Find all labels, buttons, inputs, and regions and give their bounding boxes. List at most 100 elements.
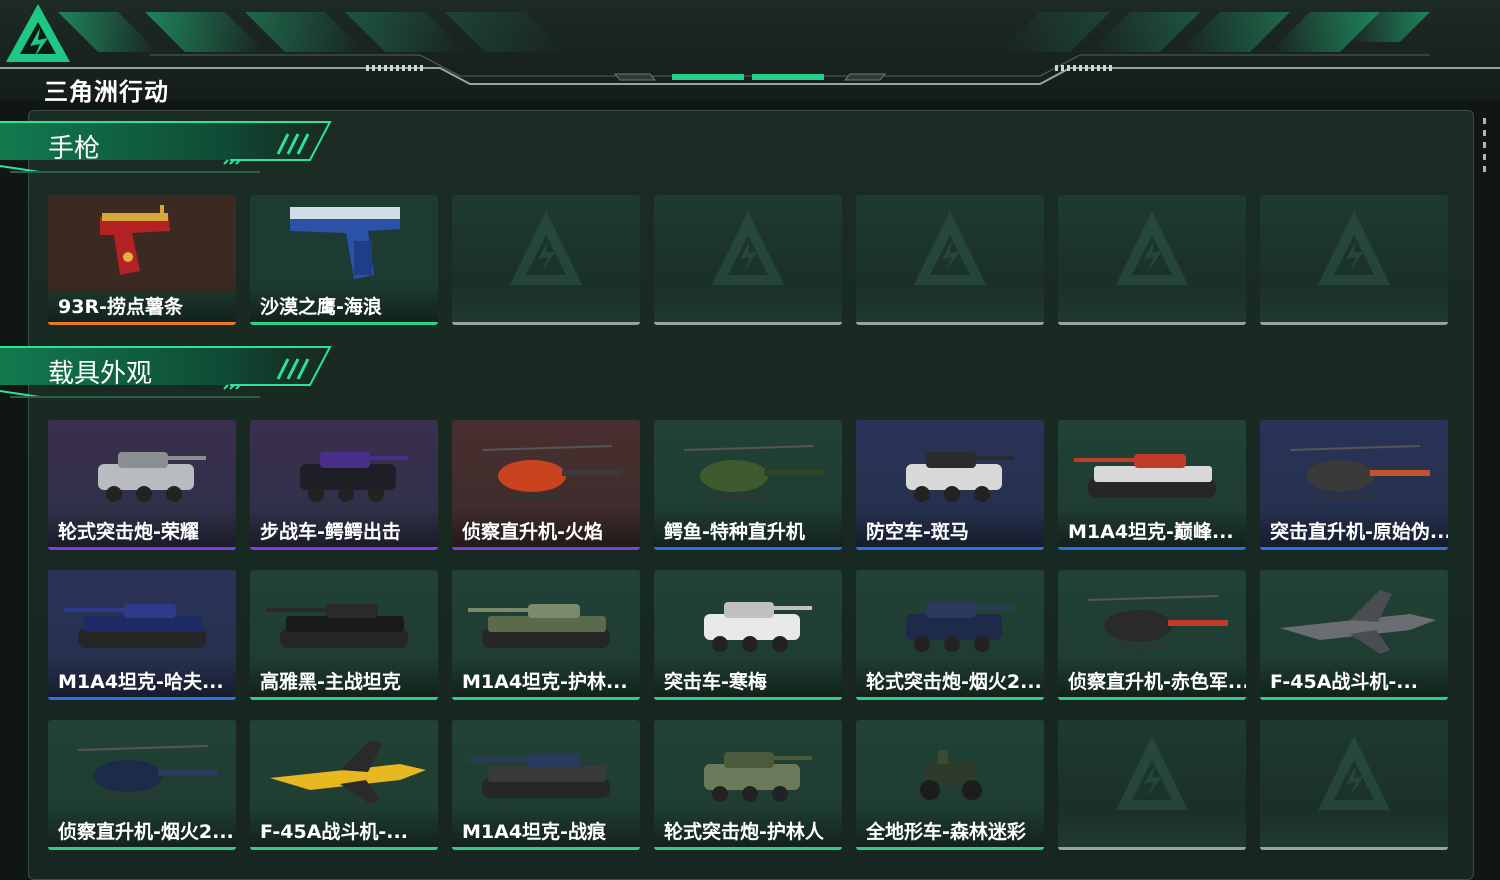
pistol-skin-name: 沙漠之鹰-海浪: [260, 296, 382, 318]
helicopter-image: [1289, 445, 1430, 498]
vehicle-skin-name: M1A4坦克-哈夫...: [58, 671, 224, 693]
rarity-bar: [654, 322, 842, 325]
vehicle-skin-card[interactable]: M1A4坦克-战痕: [452, 720, 640, 850]
vehicle-skin-card[interactable]: F-45A战斗机-...: [250, 720, 438, 850]
tank-image: [64, 604, 206, 648]
rarity-bar: [1260, 697, 1448, 700]
vehicle-skin-name: 鳄鱼-特种直升机: [664, 521, 805, 543]
scroll-indicator[interactable]: [1483, 118, 1487, 178]
rarity-bar: [1260, 847, 1448, 850]
vehicle-skin-name: M1A4坦克-巅峰...: [1068, 521, 1234, 543]
rarity-bar: [1260, 547, 1448, 550]
vehicle-skin-name: 突击直升机-原始伪...: [1270, 521, 1448, 543]
placeholder-logo-icon: [914, 211, 986, 285]
vehicle-image: [98, 452, 206, 502]
section-title-vehicles: 载具外观: [48, 359, 153, 389]
vehicle-skin-card[interactable]: F-45A战斗机-...: [1260, 570, 1448, 700]
placeholder-logo-icon: [712, 211, 784, 285]
rarity-bar: [250, 322, 438, 325]
placeholder-logo-icon: [1318, 736, 1390, 810]
vehicle-skin-name: 轮式突击炮-护林人: [664, 821, 824, 843]
vehicle-skin-card[interactable]: 步战车-鳄鳄出击: [250, 420, 438, 550]
rarity-bar: [654, 547, 842, 550]
empty-slot-card: [1260, 195, 1448, 325]
helicopter-image: [481, 445, 622, 498]
rarity-bar: [1058, 547, 1246, 550]
rarity-bar: [452, 547, 640, 550]
vehicle-skin-card[interactable]: 全地形车-森林迷彩: [856, 720, 1044, 850]
empty-slot-card: [654, 195, 842, 325]
empty-slot-card: [1058, 195, 1246, 325]
jet-image: [270, 740, 426, 804]
placeholder-logo-icon: [1318, 211, 1390, 285]
vehicle-skin-name: 全地形车-森林迷彩: [866, 821, 1026, 843]
vehicle-skin-card[interactable]: M1A4坦克-护林...: [452, 570, 640, 700]
vehicle-skin-card[interactable]: 侦察直升机-火焰: [452, 420, 640, 550]
vehicle-skin-card[interactable]: 高雅黑-主战坦克: [250, 570, 438, 700]
vehicle-skin-card[interactable]: 鳄鱼-特种直升机: [654, 420, 842, 550]
rarity-bar: [48, 547, 236, 550]
vehicle-image: [906, 602, 1014, 652]
placeholder-logo-icon: [1116, 736, 1188, 810]
vehicle-skin-name: 轮式突击炮-烟火2...: [866, 671, 1042, 693]
rarity-bar: [1058, 322, 1246, 325]
rarity-bar: [250, 847, 438, 850]
rarity-bar: [452, 322, 640, 325]
rarity-bar: [250, 547, 438, 550]
vehicle-skin-card[interactable]: 防空车-斑马: [856, 420, 1044, 550]
rarity-bar: [1058, 697, 1246, 700]
helicopter-image: [683, 445, 824, 498]
vehicle-skin-name: 侦察直升机-火焰: [462, 521, 603, 543]
vehicle-skin-card[interactable]: 轮式突击炮-荣耀: [48, 420, 236, 550]
vehicle-skin-card[interactable]: 突击车-寒梅: [654, 570, 842, 700]
empty-slot-card: [856, 195, 1044, 325]
vehicle-image: [704, 602, 812, 652]
rarity-bar: [48, 322, 236, 325]
section-header-vehicles: 载具外观: [0, 345, 340, 403]
empty-slot-card: [1260, 720, 1448, 850]
pistol-skin-card[interactable]: 93R-捞点薯条: [48, 195, 236, 325]
tank-image: [1074, 454, 1216, 498]
top-header-bar: 三角洲行动: [0, 0, 1500, 106]
vehicle-skin-name: 突击车-寒梅: [664, 671, 767, 693]
pistol-skin-card[interactable]: 沙漠之鹰-海浪: [250, 195, 438, 325]
placeholder-logo-icon: [1116, 211, 1188, 285]
vehicle-skin-card[interactable]: 侦察直升机-烟火2...: [48, 720, 236, 850]
vehicle-image: [300, 452, 408, 502]
rarity-bar: [1260, 322, 1448, 325]
empty-slot-card: [1058, 720, 1246, 850]
rarity-bar: [856, 547, 1044, 550]
pistol-93r-image: [48, 195, 236, 291]
vehicle-skin-card[interactable]: 轮式突击炮-烟火2...: [856, 570, 1044, 700]
vehicle-skin-name: M1A4坦克-护林...: [462, 671, 628, 693]
rarity-bar: [48, 697, 236, 700]
vehicle-skin-name: 侦察直升机-烟火2...: [58, 821, 234, 843]
vehicle-image: [704, 752, 812, 802]
tank-image: [468, 754, 610, 798]
rarity-bar: [856, 847, 1044, 850]
rarity-bar: [654, 697, 842, 700]
tank-image: [468, 604, 610, 648]
vehicle-skin-card[interactable]: 轮式突击炮-护林人: [654, 720, 842, 850]
pistol-desert-eagle-image: [250, 195, 438, 291]
vehicle-skin-name: 防空车-斑马: [866, 521, 969, 543]
vehicle-skin-card[interactable]: 侦察直升机-赤色军...: [1058, 570, 1246, 700]
rarity-bar: [856, 322, 1044, 325]
vehicle-skin-name: 侦察直升机-赤色军...: [1068, 671, 1246, 693]
vehicle-skin-name: F-45A战斗机-...: [260, 821, 408, 843]
vehicle-skin-name: 步战车-鳄鳄出击: [260, 521, 401, 543]
vehicle-skin-name: 轮式突击炮-荣耀: [58, 521, 199, 543]
section-title-pistols: 手枪: [48, 134, 101, 164]
rarity-bar: [856, 697, 1044, 700]
rarity-bar: [48, 847, 236, 850]
vehicle-skin-name: 高雅黑-主战坦克: [260, 671, 401, 693]
rarity-bar: [654, 847, 842, 850]
empty-slot-card: [452, 195, 640, 325]
rarity-bar: [250, 697, 438, 700]
tank-image: [266, 604, 408, 648]
vehicle-skin-card[interactable]: 突击直升机-原始伪...: [1260, 420, 1448, 550]
vehicle-skin-card[interactable]: M1A4坦克-哈夫...: [48, 570, 236, 700]
vehicle-skin-card[interactable]: M1A4坦克-巅峰...: [1058, 420, 1246, 550]
pistol-skin-name: 93R-捞点薯条: [58, 296, 183, 318]
vehicle-skin-name: F-45A战斗机-...: [1270, 671, 1418, 693]
